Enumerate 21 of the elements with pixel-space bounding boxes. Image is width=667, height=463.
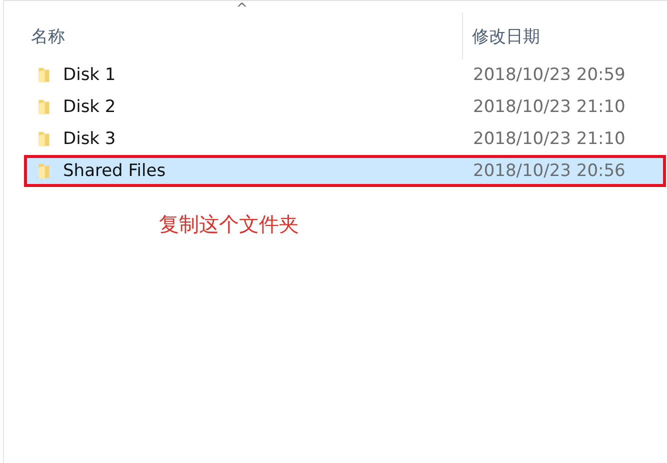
file-row[interactable]: Disk 3 2018/10/23 21:10 bbox=[24, 123, 666, 155]
folder-icon bbox=[37, 129, 51, 149]
file-name: Disk 2 bbox=[63, 97, 116, 117]
column-label: 名称 bbox=[31, 26, 65, 48]
sort-caret-icon: ^ bbox=[236, 1, 248, 17]
column-label: 修改日期 bbox=[472, 26, 540, 48]
folder-icon bbox=[37, 65, 51, 85]
file-name: Disk 1 bbox=[63, 65, 116, 85]
file-name: Shared Files bbox=[63, 161, 166, 181]
column-header[interactable]: 修改日期 bbox=[463, 13, 540, 59]
file-row[interactable]: Disk 2 2018/10/23 21:10 bbox=[24, 91, 666, 123]
modified-date: 2018/10/23 21:10 bbox=[473, 97, 626, 117]
modified-date: 2018/10/23 20:59 bbox=[473, 65, 626, 85]
file-row[interactable]: Disk 1 2018/10/23 20:59 bbox=[24, 59, 666, 91]
file-row[interactable]: Shared Files 2018/10/23 20:56 bbox=[24, 155, 666, 187]
folder-icon bbox=[37, 161, 51, 181]
folder-icon bbox=[37, 97, 51, 117]
modified-date: 2018/10/23 21:10 bbox=[473, 129, 626, 149]
file-name: Disk 3 bbox=[63, 129, 116, 149]
modified-date: 2018/10/23 20:56 bbox=[473, 161, 626, 181]
annotation-text: 复制这个文件夹 bbox=[159, 211, 299, 238]
